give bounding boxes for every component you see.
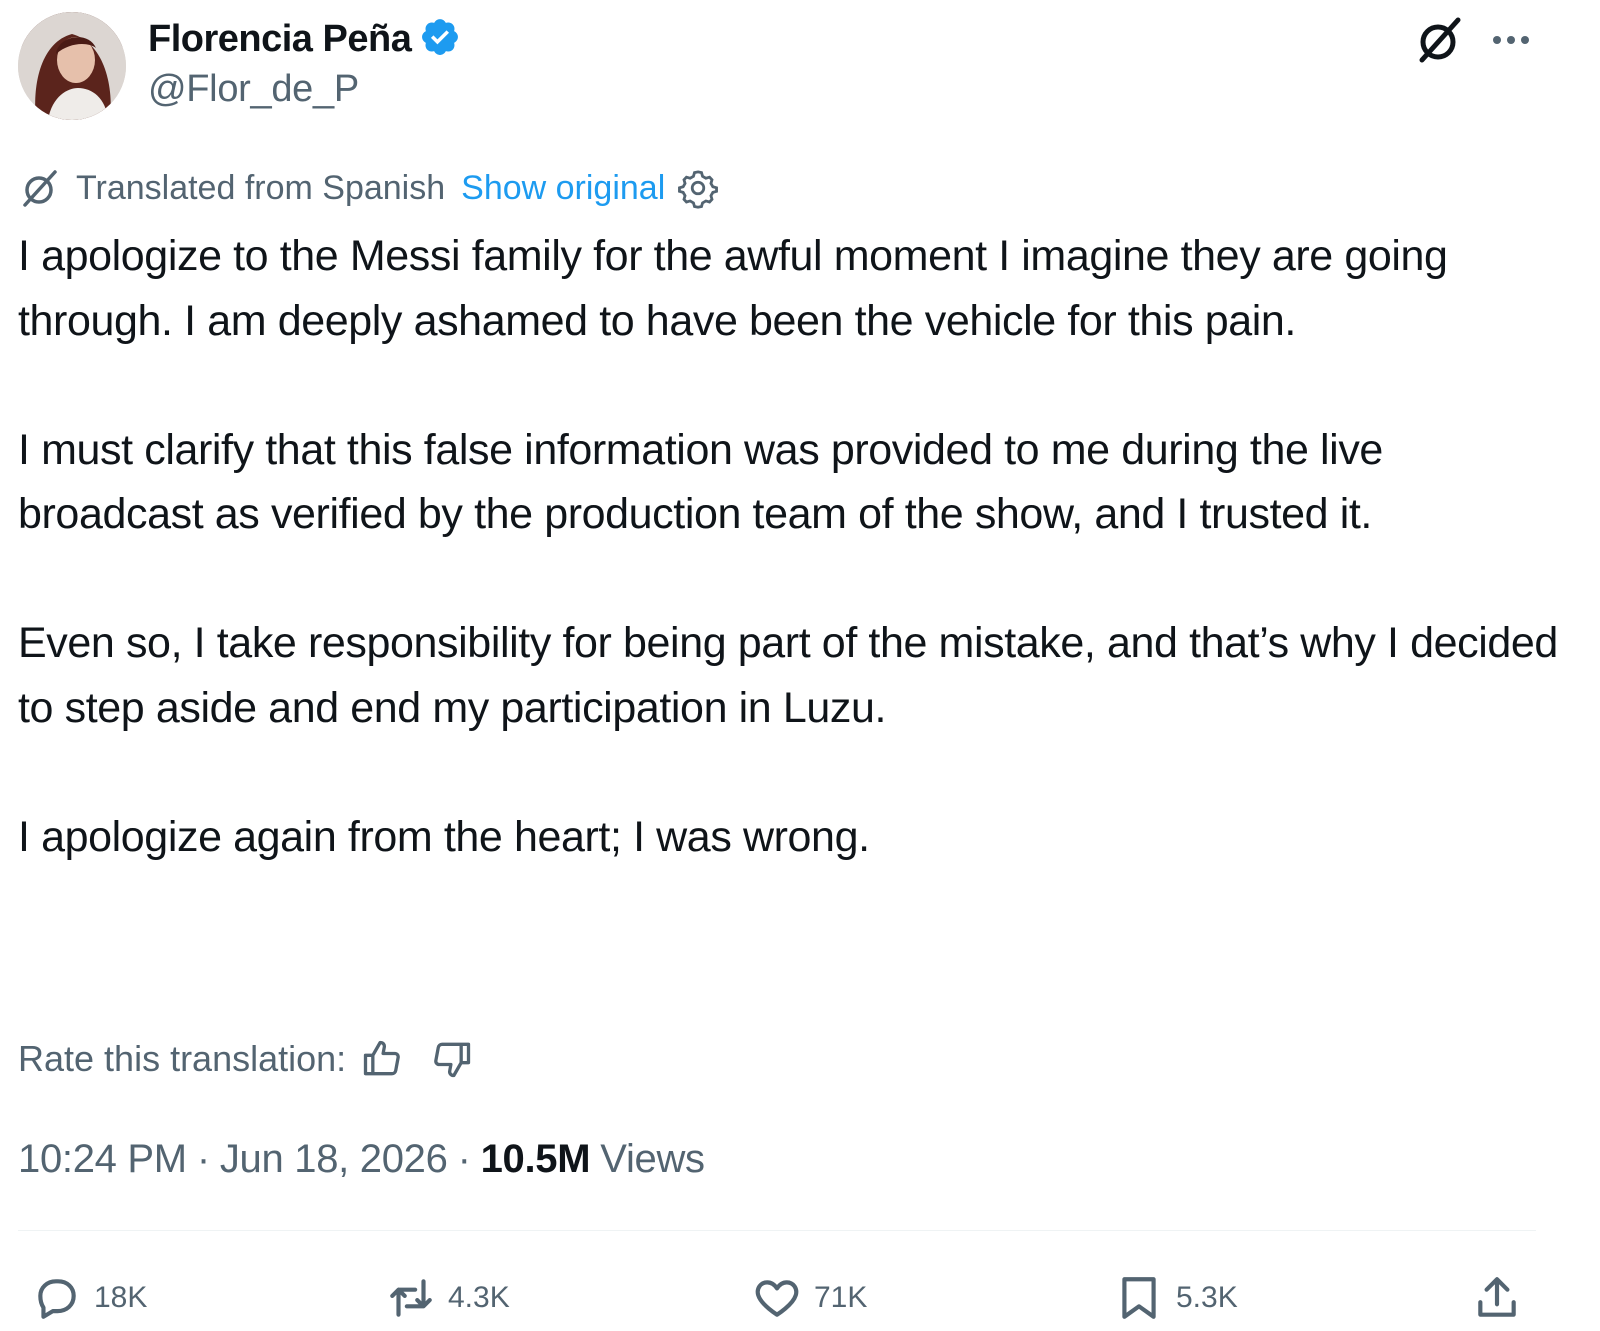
gear-icon[interactable] [677,167,719,209]
views-count: 10.5M [480,1136,591,1181]
bookmark-button[interactable]: 5.3K [1114,1268,1238,1328]
action-bar: 18K 4.3K 71K 5.3K [18,1262,1548,1331]
tweet-paragraph: I must clarify that this false informati… [18,425,1383,539]
bookmark-icon [1122,1277,1156,1319]
meta-separator: · [457,1136,471,1181]
reply-button[interactable]: 18K [32,1268,147,1328]
tweet-time[interactable]: 10:24 PM [18,1137,187,1182]
tweet-paragraph: I apologize again from the heart; I was … [18,812,870,861]
meta-separator: · [196,1136,210,1181]
tweet-paragraph: Even so, I take responsibility for being… [18,619,1558,732]
tweet-meta: 10:24 PM · Jun 18, 2026 · 10.5M Views [18,1134,705,1184]
heart-icon [755,1280,799,1317]
translation-bar: Translated from Spanish Show original [18,166,719,210]
rate-translation: Rate this translation: [18,1034,474,1084]
share-icon [1478,1277,1516,1317]
like-button[interactable]: 71K [752,1268,867,1328]
divider [18,1230,1536,1231]
verified-badge-icon [419,16,461,63]
rate-translation-label: Rate this translation: [18,1038,347,1079]
more-dots-icon [1493,36,1529,44]
thumbs-up-icon[interactable] [360,1037,404,1081]
repost-button[interactable]: 4.3K [386,1268,510,1328]
avatar[interactable] [18,12,126,120]
tweet-date[interactable]: Jun 18, 2026 [220,1137,448,1182]
thumbs-down-icon[interactable] [430,1037,474,1081]
translated-from-label: Translated from Spanish [76,168,446,207]
tweet-text: I apologize to the Messi family for the … [18,224,1568,869]
bookmark-count: 5.3K [1176,1281,1238,1314]
grok-button[interactable] [1414,14,1466,66]
translate-icon [23,170,57,207]
reply-count: 18K [94,1281,148,1314]
tweet-paragraph: I apologize to the Messi family for the … [18,232,1448,345]
repost-icon [390,1279,432,1317]
author-handle[interactable]: @Flor_de_P [148,68,359,111]
like-count: 71K [814,1281,868,1314]
reply-icon [38,1279,76,1319]
more-options-button[interactable] [1486,20,1536,60]
show-original-link[interactable]: Show original [461,169,665,208]
views-label: Views [600,1136,705,1181]
grok-icon [1419,17,1461,63]
share-button[interactable] [1472,1268,1534,1328]
author-name-row: Florencia Peña [148,14,461,64]
repost-count: 4.3K [448,1281,510,1314]
tweet: Florencia Peña @Flor_de_P Translated fro… [18,0,1578,1331]
display-name[interactable]: Florencia Peña [148,18,412,61]
